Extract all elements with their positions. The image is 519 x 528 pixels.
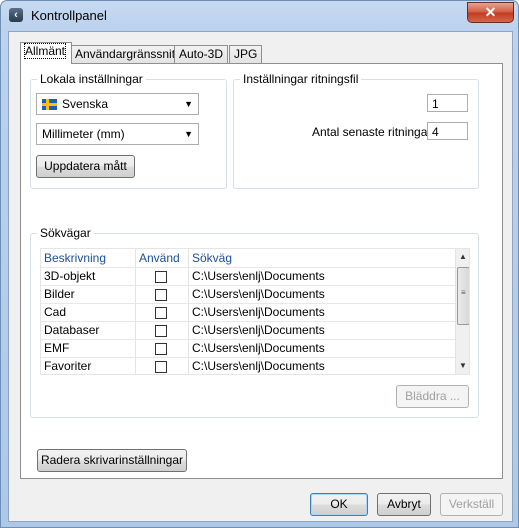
row-description: 3D-objekt xyxy=(41,268,136,285)
browse-button[interactable]: Bläddra ... xyxy=(396,385,469,408)
unit-select[interactable]: Millimeter (mm) ▼ xyxy=(36,123,199,145)
tab-label: Allmänt xyxy=(23,43,67,59)
grip-icon: ≡ xyxy=(461,288,466,297)
tab-auto-3d[interactable]: Auto-3D xyxy=(174,45,229,63)
use-checkbox[interactable] xyxy=(155,361,167,373)
row-path: C:\Users\enlj\Documents xyxy=(192,305,325,319)
recent-drawings-label: Antal senaste ritningar xyxy=(312,125,432,139)
close-button[interactable]: ✕ xyxy=(467,2,514,23)
language-value: Svenska xyxy=(62,97,109,111)
row-description: Favoriter xyxy=(41,358,136,374)
use-cell xyxy=(136,322,189,339)
locale-group-label: Lokala inställningar xyxy=(37,72,146,86)
row-description: EMF xyxy=(41,340,136,357)
use-cell xyxy=(136,358,189,374)
table-row[interactable]: Databaser C:\Users\enlj\Documents xyxy=(41,321,455,339)
app-icon: ‹ xyxy=(9,8,23,22)
vertical-scrollbar[interactable]: ▲ ≡ ▼ xyxy=(455,249,469,374)
tab-anvandargranssnitt[interactable]: Användargränssnitt xyxy=(70,45,184,63)
row-description: Cad xyxy=(41,304,136,321)
row-path: C:\Users\enlj\Documents xyxy=(192,287,325,301)
drawing-setting-field[interactable]: 1 xyxy=(427,94,468,112)
row-path: C:\Users\enlj\Documents xyxy=(192,269,325,283)
column-header-description[interactable]: Beskrivning xyxy=(41,249,136,267)
table-row[interactable]: Favoriter C:\Users\enlj\Documents xyxy=(41,357,455,374)
use-cell xyxy=(136,304,189,321)
drawing-file-settings-group: Inställningar ritningsfil 1 Antal senast… xyxy=(233,72,479,189)
recent-drawings-field[interactable]: 4 xyxy=(427,122,468,140)
tab-jpg[interactable]: JPG xyxy=(229,45,263,63)
control-panel-window: ‹ Kontrollpanel ✕ Allmänt Användargränss… xyxy=(0,0,519,528)
scroll-thumb[interactable]: ≡ xyxy=(457,267,469,325)
swedish-flag-icon xyxy=(42,99,57,110)
table-row[interactable]: EMF C:\Users\enlj\Documents xyxy=(41,339,455,357)
scroll-down-icon[interactable]: ▼ xyxy=(456,358,469,374)
delete-printer-settings-button[interactable]: Radera skrivarinställningar xyxy=(37,449,187,472)
use-cell xyxy=(136,340,189,357)
locale-settings-group: Lokala inställningar Svenska ▼ Millimete… xyxy=(30,72,227,189)
cancel-button[interactable]: Avbryt xyxy=(377,493,431,516)
table-row[interactable]: Cad C:\Users\enlj\Documents xyxy=(41,303,455,321)
tab-allmant[interactable]: Allmänt xyxy=(20,42,72,64)
paths-group: Sökvägar Beskrivning Använd Sökväg 3D-ob… xyxy=(30,226,479,418)
window-title: Kontrollpanel xyxy=(31,8,107,23)
use-checkbox[interactable] xyxy=(155,343,167,355)
update-measurements-button[interactable]: Uppdatera mått xyxy=(36,155,135,178)
dialog-client-area: Allmänt Användargränssnitt Auto-3D JPG L… xyxy=(8,31,513,522)
scroll-up-icon[interactable]: ▲ xyxy=(456,249,469,265)
ok-button[interactable]: OK xyxy=(310,493,368,516)
row-description: Bilder xyxy=(41,286,136,303)
row-path: C:\Users\enlj\Documents xyxy=(192,359,325,373)
title-bar[interactable]: ‹ Kontrollpanel ✕ xyxy=(1,1,518,29)
row-description: Databaser xyxy=(41,322,136,339)
paths-table-header: Beskrivning Använd Sökväg xyxy=(41,249,455,267)
row-path: C:\Users\enlj\Documents xyxy=(192,341,325,355)
use-cell xyxy=(136,268,189,285)
tab-panel-allmant: Lokala inställningar Svenska ▼ Millimete… xyxy=(20,63,503,479)
column-header-path[interactable]: Sökväg xyxy=(189,249,455,267)
column-header-use[interactable]: Använd xyxy=(136,249,189,267)
paths-table: Beskrivning Använd Sökväg 3D-objekt C:\U… xyxy=(40,248,470,375)
unit-value: Millimeter (mm) xyxy=(42,127,125,141)
row-path: C:\Users\enlj\Documents xyxy=(192,323,325,337)
paths-group-label: Sökvägar xyxy=(37,226,94,240)
use-cell xyxy=(136,286,189,303)
use-checkbox[interactable] xyxy=(155,289,167,301)
chevron-down-icon: ▼ xyxy=(184,99,193,109)
table-row[interactable]: 3D-objekt C:\Users\enlj\Documents xyxy=(41,267,455,285)
use-checkbox[interactable] xyxy=(155,307,167,319)
use-checkbox[interactable] xyxy=(155,271,167,283)
apply-button[interactable]: Verkställ xyxy=(440,493,503,516)
drawing-group-label: Inställningar ritningsfil xyxy=(240,72,362,86)
use-checkbox[interactable] xyxy=(155,325,167,337)
language-select[interactable]: Svenska ▼ xyxy=(36,93,199,115)
table-row[interactable]: Bilder C:\Users\enlj\Documents xyxy=(41,285,455,303)
chevron-down-icon: ▼ xyxy=(184,129,193,139)
